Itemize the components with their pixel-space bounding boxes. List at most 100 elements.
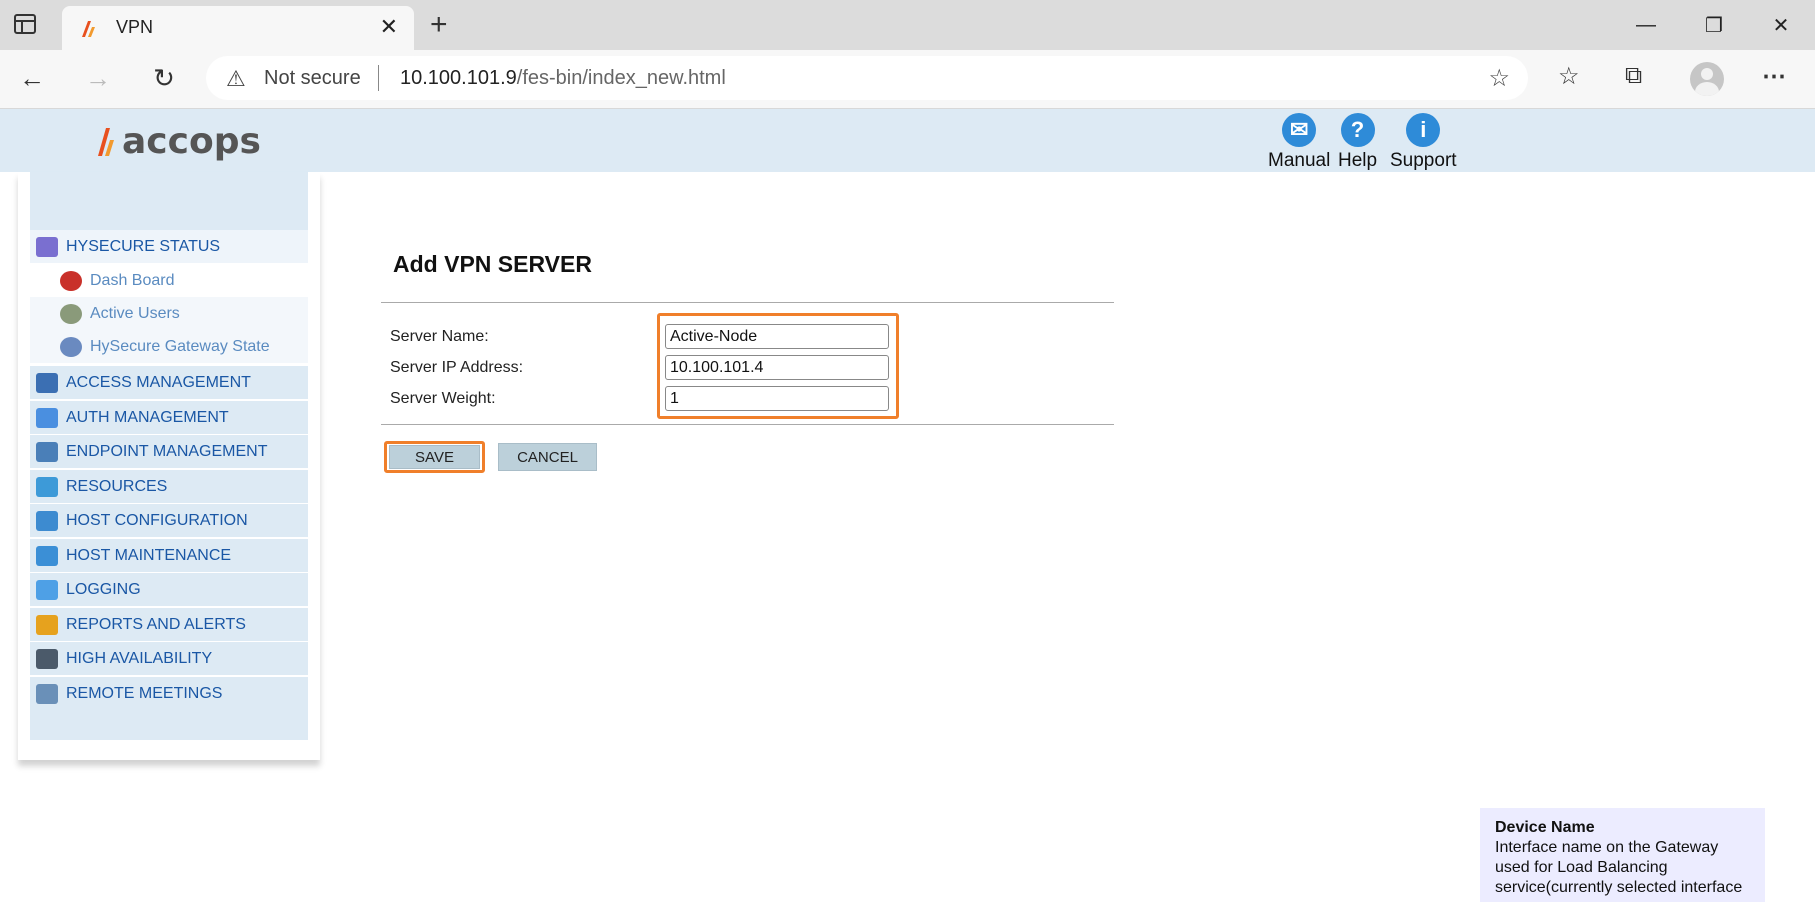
help-icon: ? [1340, 113, 1375, 147]
menu-section-host-maintenance[interactable]: HOST MAINTENANCE [30, 539, 308, 572]
menu-section-host-configuration[interactable]: HOST CONFIGURATION [30, 504, 308, 537]
url-text[interactable]: 10.100.101.9/fes-bin/index_new.html [400, 67, 726, 90]
more-menu-icon[interactable]: ⋯ [1762, 62, 1786, 91]
browser-tab-bar: VPN ✕ + — ❐ ✕ [0, 0, 1815, 50]
menu-subitem-label: Dash Board [90, 271, 175, 289]
help-tooltip: Device Name Interface name on the Gatewa… [1480, 808, 1765, 902]
forward-icon[interactable]: → [76, 58, 120, 98]
info-icon: i [1406, 113, 1441, 147]
accops-logo: accops [96, 120, 261, 162]
menu-section-access-management[interactable]: ACCESS MANAGEMENT [30, 366, 308, 399]
url-path: /fes-bin/index_new.html [516, 67, 726, 89]
menu-section-high-availability[interactable]: HIGH AVAILABILITY [30, 642, 308, 675]
accops-logo-mark-icon [98, 128, 114, 156]
left-navigation-panel: HYSECURE STATUS ACCESS MANAGEMENT AUTH MAN… [18, 172, 320, 760]
menu-subitem-hysecure-gateway-state[interactable]: HySecure Gateway State [30, 330, 308, 363]
menu-section-label: ENDPOINT MANAGEMENT [66, 442, 268, 460]
tooltip-line: used for Load Balancing [1495, 859, 1668, 876]
menu-top-spacer [30, 172, 308, 230]
collections-icon[interactable]: ⧉ [1625, 62, 1642, 90]
cart-icon [36, 545, 58, 566]
menu-section-remote-meetings[interactable]: REMOTE MEETINGS [30, 677, 308, 710]
header-link-support[interactable]: i Support [1390, 113, 1457, 172]
page-title: Add VPN SERVER [393, 251, 592, 277]
menu-section-endpoint-management[interactable]: ENDPOINT MANAGEMENT [30, 435, 308, 468]
not-secure-label[interactable]: Not secure [264, 67, 361, 90]
gateway-icon [60, 336, 82, 357]
tooltip-line: service(currently selected interface [1495, 879, 1743, 896]
cancel-button[interactable]: CANCEL [498, 443, 597, 471]
address-bar[interactable]: ⚠ Not secure 10.100.101.9/fes-bin/index_… [206, 56, 1528, 100]
resources-icon [36, 476, 58, 497]
menu-bottom-spacer [30, 710, 308, 740]
header-link-label: Help [1338, 150, 1378, 171]
address-separator [378, 65, 379, 91]
browser-tab[interactable]: VPN ✕ [62, 6, 414, 50]
profile-avatar[interactable] [1690, 62, 1724, 96]
top-divider [381, 302, 1114, 303]
menu-section-label: ACCESS MANAGEMENT [66, 373, 251, 391]
status-icon [36, 236, 58, 257]
menu-section-label: REPORTS AND ALERTS [66, 615, 246, 633]
menu-subitem-active-users[interactable]: Active Users [30, 297, 308, 330]
menu-section-label: REMOTE MEETINGS [66, 684, 223, 702]
manual-icon: ✉ [1282, 113, 1317, 147]
url-host: 10.100.101.9 [400, 67, 517, 89]
calendar-icon [36, 579, 58, 600]
minimize-icon[interactable]: — [1617, 0, 1675, 50]
access-icon [36, 372, 58, 393]
menu-section-reports-and-alerts[interactable]: REPORTS AND ALERTS [30, 608, 308, 641]
gear-icon [36, 510, 58, 531]
restore-icon[interactable]: ❐ [1685, 0, 1743, 50]
accops-favicon-icon [82, 21, 95, 37]
menu-section-label: HIGH AVAILABILITY [66, 649, 213, 667]
browser-nav-bar: ← → ↻ ⚠ Not secure 10.100.101.9/fes-bin/… [0, 50, 1815, 109]
menu-section-label: HYSECURE STATUS [66, 237, 221, 255]
header-link-label: Support [1390, 150, 1457, 171]
logo-text: accops [122, 120, 261, 162]
scale-icon [36, 441, 58, 462]
menu-subitem-label: Active Users [90, 304, 180, 322]
tab-title: VPN [116, 17, 154, 37]
users-icon [60, 303, 82, 324]
menu-section-label: RESOURCES [66, 477, 168, 495]
menu-section-label: AUTH MANAGEMENT [66, 408, 229, 426]
server-ip-address-label: Server IP Address: [390, 359, 524, 376]
menu-subitem-dash-board[interactable]: Dash Board [30, 264, 308, 297]
menu-section-logging[interactable]: LOGGING [30, 573, 308, 606]
server-weight-input[interactable] [665, 386, 889, 411]
server-weight-label: Server Weight: [390, 390, 496, 407]
dashboard-icon [60, 270, 82, 291]
meeting-icon [36, 683, 58, 704]
menu-section-hysecure-status[interactable]: HYSECURE STATUS [30, 230, 308, 263]
lock-icon [36, 407, 58, 428]
menu-section-label: LOGGING [66, 580, 141, 598]
header-link-label: Manual [1268, 150, 1331, 171]
app-header: accops ✉ Manual? Help i Support [0, 109, 1815, 172]
menu-subitem-label: HySecure Gateway State [90, 337, 270, 355]
add-favorite-icon[interactable]: ☆ [1488, 64, 1510, 93]
header-link-manual[interactable]: ✉ Manual [1268, 113, 1330, 172]
warning-icon[interactable]: ⚠ [226, 66, 246, 92]
save-button[interactable]: SAVE [389, 445, 480, 469]
bottom-divider [381, 424, 1114, 425]
tooltip-line: Interface name on the Gateway [1495, 839, 1719, 856]
server-name-label: Server Name: [390, 328, 489, 345]
window-close-icon[interactable]: ✕ [1752, 0, 1810, 50]
menu-section-label: HOST CONFIGURATION [66, 511, 248, 529]
reload-icon[interactable]: ↻ [142, 58, 186, 98]
new-tab-icon[interactable]: + [430, 8, 448, 42]
back-icon[interactable]: ← [10, 58, 54, 98]
sidebar-toggle-icon[interactable] [14, 14, 36, 34]
menu-section-auth-management[interactable]: AUTH MANAGEMENT [30, 401, 308, 434]
close-tab-icon[interactable]: ✕ [380, 14, 398, 40]
header-link-help[interactable]: ? Help [1338, 113, 1377, 172]
server-name-input[interactable] [665, 324, 889, 349]
bar-chart-icon [36, 614, 58, 635]
favorites-icon[interactable]: ☆ [1558, 62, 1580, 91]
menu-section-resources[interactable]: RESOURCES [30, 470, 308, 503]
grid-icon [36, 648, 58, 669]
server-ip-address-input[interactable] [665, 355, 889, 380]
menu-section-label: HOST MAINTENANCE [66, 546, 232, 564]
tooltip-title: Device Name [1495, 819, 1595, 836]
